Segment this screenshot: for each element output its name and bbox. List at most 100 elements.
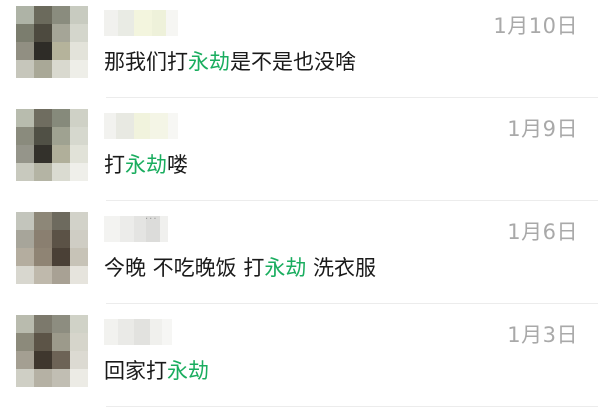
name-blur-block <box>104 113 116 139</box>
message-preview: 那我们打永劫是不是也没啥 <box>104 46 356 76</box>
avatar[interactable] <box>16 6 88 78</box>
avatar-pixel <box>70 315 88 333</box>
name-blur-block <box>104 319 118 345</box>
avatar-pixel <box>16 42 34 60</box>
avatar-pixel <box>52 212 70 230</box>
name-blur-block <box>118 10 134 36</box>
avatar-pixel <box>16 315 34 333</box>
avatar-pixel <box>16 127 34 145</box>
contact-name-blurred <box>104 216 168 242</box>
message-date: 1月10日 <box>493 14 578 38</box>
avatar-pixel <box>34 60 52 78</box>
message-preview: 今晚 不吃晚饭 打永劫 洗衣服 <box>104 252 376 282</box>
avatar-pixel <box>34 24 52 42</box>
avatar-pixel <box>16 230 34 248</box>
message-preview: 回家打永劫 <box>104 355 209 385</box>
avatar-pixel <box>16 351 34 369</box>
message-preview: 打永劫喽 <box>104 149 188 179</box>
name-blur-block <box>166 10 178 36</box>
avatar-pixel <box>70 163 88 181</box>
avatar-pixel <box>52 127 70 145</box>
avatar-pixel <box>16 60 34 78</box>
avatar-pixel <box>16 145 34 163</box>
avatar-pixel <box>16 24 34 42</box>
name-ellipsis: ··· <box>145 214 158 225</box>
avatar-pixel <box>52 266 70 284</box>
avatar[interactable] <box>16 212 88 284</box>
avatar[interactable] <box>16 315 88 387</box>
avatar-pixel <box>52 163 70 181</box>
name-blur-block <box>152 10 166 36</box>
name-blur-block <box>104 10 118 36</box>
name-blur-block <box>134 113 150 139</box>
chat-row[interactable]: ··· 1月6日 今晚 不吃晚饭 打永劫 洗衣服 <box>0 200 598 304</box>
chat-row[interactable]: 1月9日 打永劫喽 <box>0 97 598 201</box>
avatar-pixel <box>70 109 88 127</box>
highlighted-keyword: 永劫 <box>264 256 307 280</box>
name-blur-block <box>168 113 178 139</box>
avatar-pixel <box>70 24 88 42</box>
message-text: 打 <box>104 153 125 177</box>
chat-list: 1月10日 那我们打永劫是不是也没啥 1月9日 打永劫喽 ··· 1月6日 今晚… <box>0 0 598 409</box>
avatar-pixel <box>34 212 52 230</box>
avatar-pixel <box>34 333 52 351</box>
avatar-pixel <box>70 333 88 351</box>
name-blur-block <box>150 113 168 139</box>
avatar-pixel <box>70 230 88 248</box>
message-date: 1月6日 <box>507 220 578 244</box>
avatar-pixel <box>70 127 88 145</box>
message-date: 1月3日 <box>507 323 578 347</box>
name-blur-block <box>160 216 168 242</box>
message-text: 那我们打 <box>104 50 188 74</box>
contact-name-blurred <box>104 113 178 139</box>
message-text: 回家打 <box>104 359 167 383</box>
name-blur-block <box>150 319 162 345</box>
avatar-pixel <box>70 351 88 369</box>
highlighted-keyword: 永劫 <box>125 153 167 177</box>
avatar-pixel <box>70 42 88 60</box>
contact-name-blurred <box>104 10 178 36</box>
message-text: 洗衣服 <box>306 256 377 280</box>
avatar-pixel <box>34 163 52 181</box>
avatar-pixel <box>52 351 70 369</box>
avatar-pixel <box>52 60 70 78</box>
avatar-pixel <box>16 163 34 181</box>
avatar-pixel <box>52 24 70 42</box>
message-text: 是不是也没啥 <box>230 50 356 74</box>
avatar-pixel <box>52 230 70 248</box>
avatar-pixel <box>16 369 34 387</box>
avatar-pixel <box>70 212 88 230</box>
highlighted-keyword: 永劫 <box>188 50 230 74</box>
name-blur-block <box>162 319 172 345</box>
message-date: 1月9日 <box>507 117 578 141</box>
avatar[interactable] <box>16 109 88 181</box>
highlighted-keyword: 永劫 <box>167 359 209 383</box>
avatar-pixel <box>70 248 88 266</box>
avatar-pixel <box>70 60 88 78</box>
chat-row[interactable]: 1月10日 那我们打永劫是不是也没啥 <box>0 0 598 98</box>
avatar-pixel <box>70 6 88 24</box>
chat-row[interactable]: 1月3日 回家打永劫 <box>0 303 598 407</box>
avatar-pixel <box>16 266 34 284</box>
name-blur-block <box>120 216 134 242</box>
avatar-pixel <box>52 145 70 163</box>
avatar-pixel <box>16 333 34 351</box>
message-text: 喽 <box>167 153 188 177</box>
name-blur-block <box>104 216 120 242</box>
avatar-pixel <box>34 369 52 387</box>
avatar-pixel <box>16 109 34 127</box>
avatar-pixel <box>34 42 52 60</box>
avatar-pixel <box>16 248 34 266</box>
avatar-pixel <box>34 145 52 163</box>
avatar-pixel <box>52 248 70 266</box>
message-text: 今晚 不吃晚饭 打 <box>104 256 265 280</box>
avatar-pixel <box>16 6 34 24</box>
avatar-pixel <box>70 266 88 284</box>
avatar-pixel <box>52 369 70 387</box>
avatar-pixel <box>70 145 88 163</box>
avatar-pixel <box>34 230 52 248</box>
avatar-pixel <box>34 266 52 284</box>
avatar-pixel <box>34 351 52 369</box>
avatar-pixel <box>16 212 34 230</box>
name-blur-block <box>118 319 134 345</box>
